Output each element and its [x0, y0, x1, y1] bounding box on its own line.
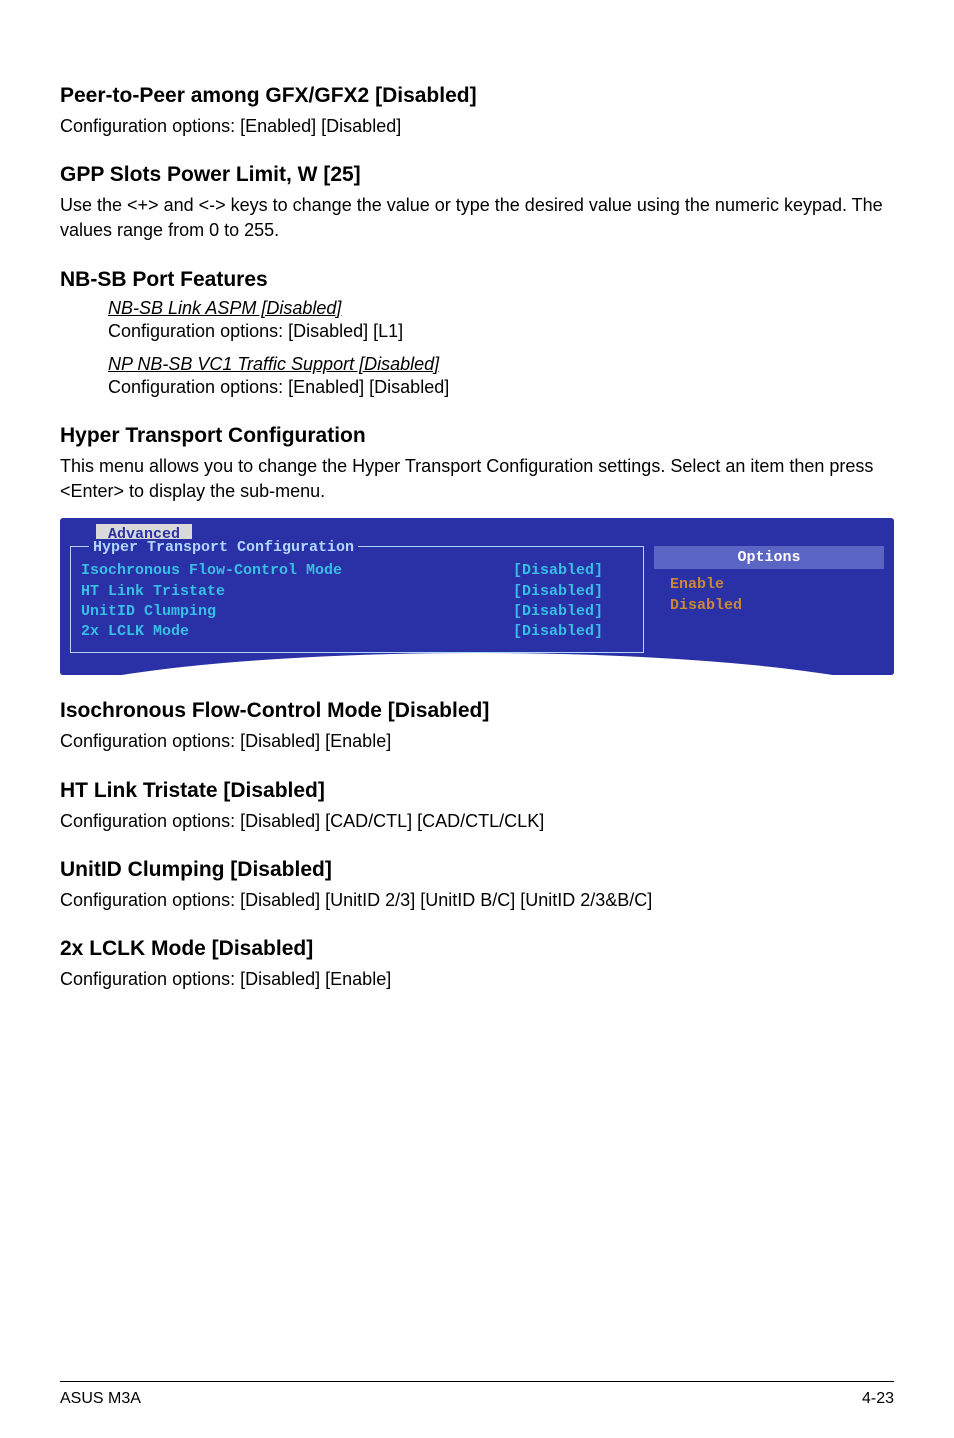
heading-lclk: 2x LCLK Mode [Disabled]: [60, 937, 894, 961]
bios-row-ht-link: HT Link Tristate [Disabled]: [81, 582, 633, 602]
bios-row-label: Isochronous Flow-Control Mode: [81, 561, 513, 581]
bios-row-value: [Disabled]: [513, 622, 633, 642]
bios-row-label: 2x LCLK Mode: [81, 622, 513, 642]
heading-p2p: Peer-to-Peer among GFX/GFX2 [Disabled]: [60, 84, 894, 108]
body-hyper-transport: This menu allows you to change the Hyper…: [60, 454, 894, 504]
body-lclk: Configuration options: [Disabled] [Enabl…: [60, 967, 894, 992]
bios-option-enable: Enable: [654, 575, 884, 595]
body-ht-link: Configuration options: [Disabled] [CAD/C…: [60, 809, 894, 834]
body-nbsb-link-aspm: Configuration options: [Disabled] [L1]: [108, 319, 894, 344]
body-unitid: Configuration options: [Disabled] [UnitI…: [60, 888, 894, 913]
heading-unitid: UnitID Clumping [Disabled]: [60, 858, 894, 882]
bios-row-value: [Disabled]: [513, 561, 633, 581]
page-footer: ASUS M3A 4-23: [60, 1381, 894, 1408]
body-p2p: Configuration options: [Enabled] [Disabl…: [60, 114, 894, 139]
footer-left: ASUS M3A: [60, 1390, 141, 1408]
heading-isochronous: Isochronous Flow-Control Mode [Disabled]: [60, 699, 894, 723]
body-isochronous: Configuration options: [Disabled] [Enabl…: [60, 729, 894, 754]
footer-right: 4-23: [862, 1390, 894, 1408]
bios-row-label: HT Link Tristate: [81, 582, 513, 602]
bios-screenshot: Advanced Hyper Transport Configuration I…: [60, 518, 894, 675]
bios-row-unitid: UnitID Clumping [Disabled]: [81, 602, 633, 622]
bios-row-isochronous: Isochronous Flow-Control Mode [Disabled]: [81, 561, 633, 581]
heading-hyper-transport: Hyper Transport Configuration: [60, 424, 894, 448]
subheading-nbsb-link-aspm: NB-SB Link ASPM [Disabled]: [108, 298, 894, 319]
bios-panel-title: Hyper Transport Configuration: [89, 539, 358, 556]
bios-row-value: [Disabled]: [513, 582, 633, 602]
heading-ht-link: HT Link Tristate [Disabled]: [60, 779, 894, 803]
bios-row-lclk: 2x LCLK Mode [Disabled]: [81, 622, 633, 642]
bios-options-header: Options: [654, 546, 884, 569]
bios-row-label: UnitID Clumping: [81, 602, 513, 622]
heading-gpp: GPP Slots Power Limit, W [25]: [60, 163, 894, 187]
subheading-np-nbsb-vc1: NP NB-SB VC1 Traffic Support [Disabled]: [108, 354, 894, 375]
body-np-nbsb-vc1: Configuration options: [Enabled] [Disabl…: [108, 375, 894, 400]
bios-row-value: [Disabled]: [513, 602, 633, 622]
body-gpp: Use the <+> and <-> keys to change the v…: [60, 193, 894, 243]
bios-option-disabled: Disabled: [654, 596, 884, 616]
heading-nbsb: NB-SB Port Features: [60, 268, 894, 292]
